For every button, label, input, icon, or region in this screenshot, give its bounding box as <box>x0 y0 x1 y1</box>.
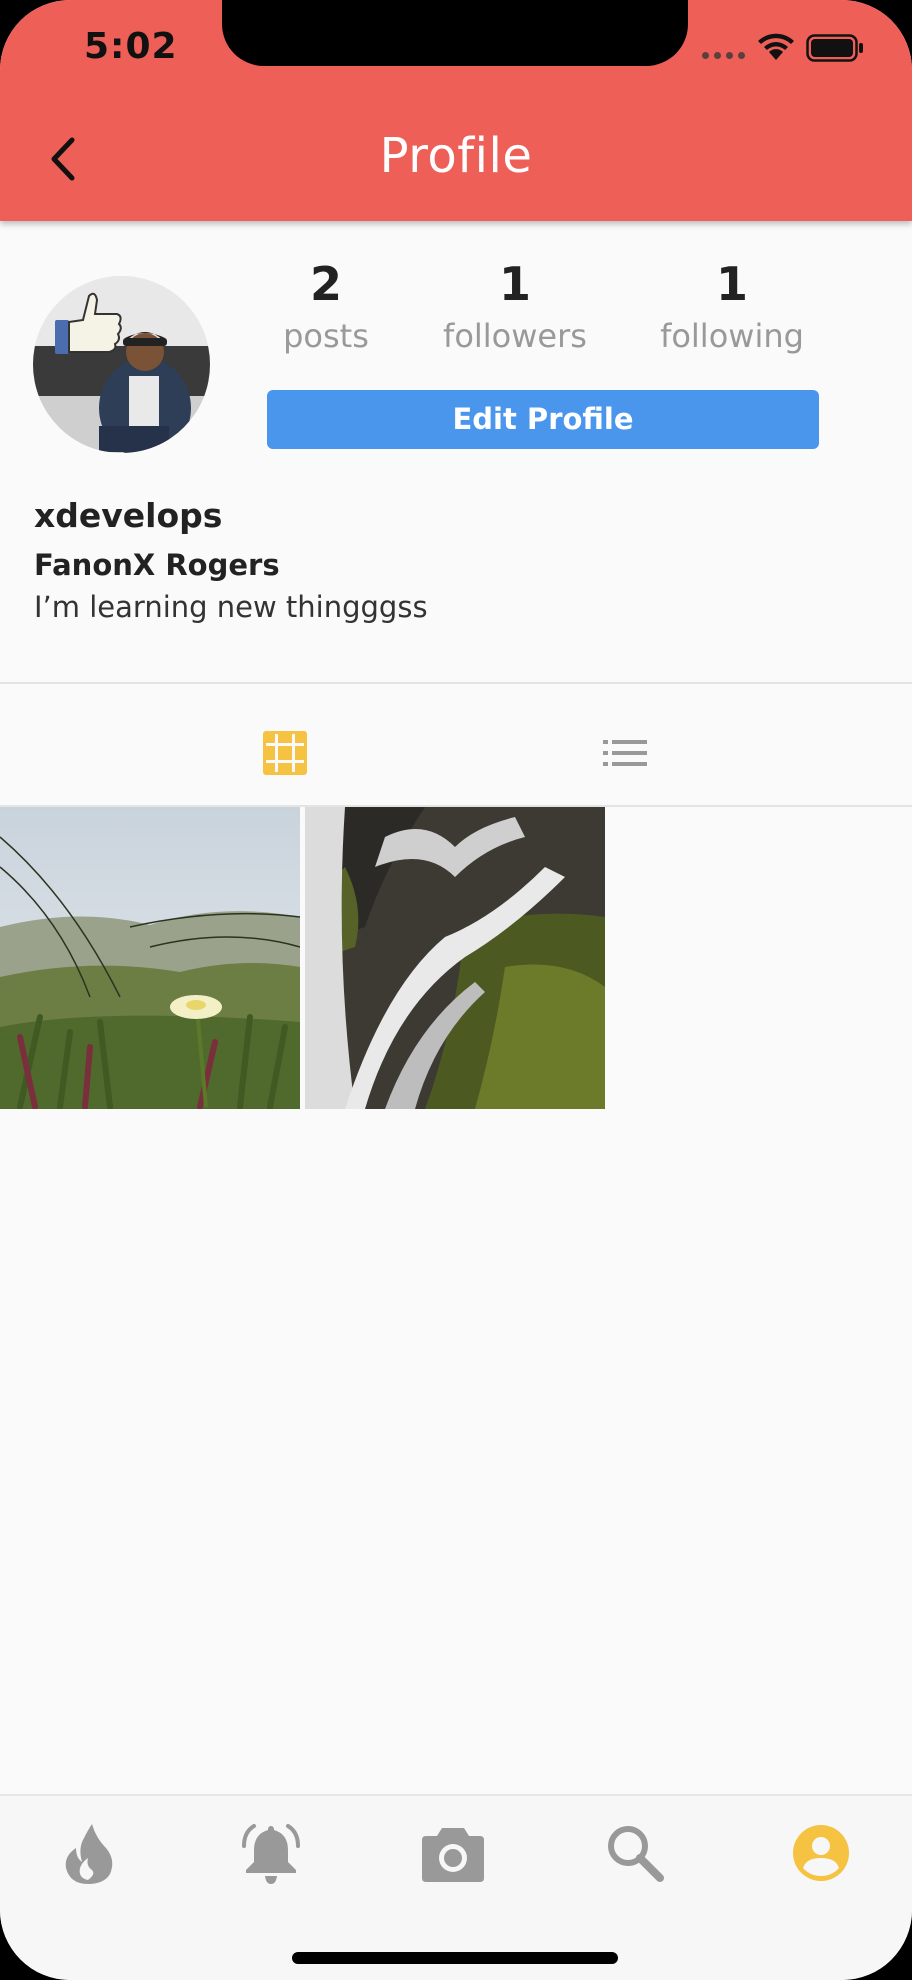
followers-label: followers <box>443 317 587 355</box>
username: xdevelops <box>34 496 223 535</box>
bell-icon[interactable] <box>236 1818 306 1888</box>
post-thumbnail-waterfall[interactable] <box>305 807 605 1109</box>
posts-count: 2 <box>309 257 342 311</box>
bio: I’m learning new thingggss <box>34 590 428 624</box>
grid-icon[interactable] <box>263 731 307 775</box>
status-time: 5:02 <box>84 26 178 67</box>
cellular-signal-icon <box>702 52 745 59</box>
page-title: Profile <box>379 128 533 184</box>
divider <box>0 682 912 684</box>
post-thumbnail-flower[interactable] <box>0 807 300 1109</box>
camera-icon[interactable] <box>418 1818 488 1888</box>
stat-following[interactable]: 1 following <box>632 254 832 358</box>
home-indicator[interactable] <box>292 1952 618 1964</box>
display-name: FanonX Rogers <box>34 548 280 582</box>
following-label: following <box>660 317 804 355</box>
profile-icon[interactable] <box>786 1818 856 1888</box>
search-icon[interactable] <box>600 1818 670 1888</box>
battery-icon <box>806 34 863 62</box>
avatar[interactable] <box>33 276 210 453</box>
wifi-icon <box>758 33 794 60</box>
stat-posts[interactable]: 2 posts <box>226 254 426 358</box>
posts-label: posts <box>283 317 369 355</box>
fire-icon[interactable] <box>54 1818 124 1888</box>
edit-profile-button[interactable]: Edit Profile <box>267 390 819 449</box>
device-notch <box>222 0 688 66</box>
list-icon[interactable] <box>603 738 647 768</box>
phone-screen: 5:02 Profile 2 posts 1 followers 1 follo… <box>0 0 912 1980</box>
following-count: 1 <box>715 257 748 311</box>
followers-count: 1 <box>498 257 531 311</box>
stat-followers[interactable]: 1 followers <box>415 254 615 358</box>
app-header: 5:02 Profile <box>0 0 912 221</box>
